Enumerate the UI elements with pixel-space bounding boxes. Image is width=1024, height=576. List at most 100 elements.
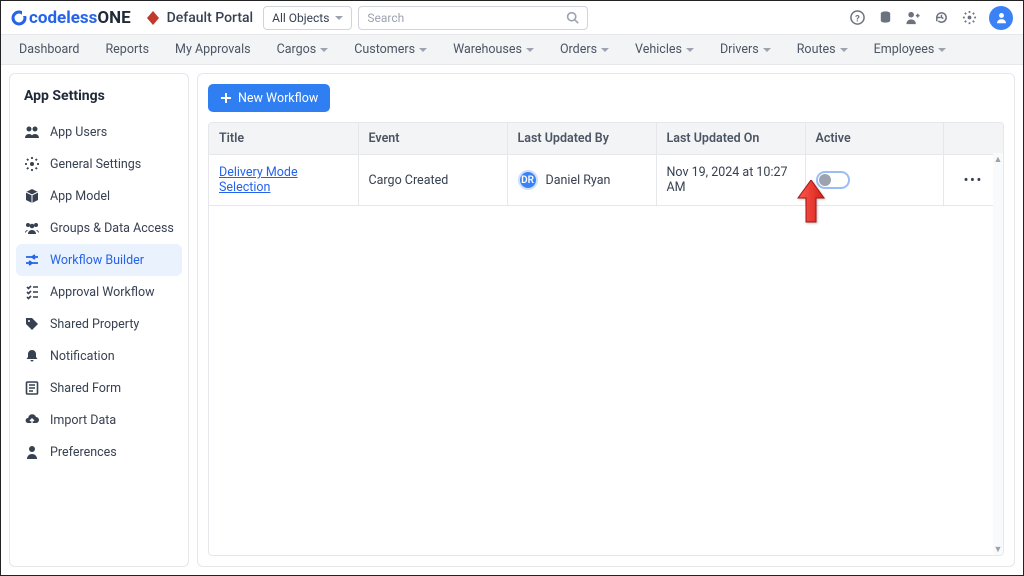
nav-label: Drivers [720, 42, 759, 57]
sidebar-item-label: Workflow Builder [50, 253, 144, 268]
col-last-updated-by[interactable]: Last Updated By [507, 123, 656, 155]
new-workflow-button[interactable]: New Workflow [208, 84, 330, 112]
nav-my-approvals[interactable]: My Approvals [175, 42, 251, 57]
plus-icon [220, 92, 232, 104]
chevron-down-icon [840, 48, 848, 52]
sidebar-item-notification[interactable]: Notification [16, 340, 182, 372]
bell-icon [24, 348, 40, 364]
col-title[interactable]: Title [209, 123, 358, 155]
sidebar-item-label: Import Data [50, 413, 116, 428]
brand-mark-icon [11, 10, 27, 26]
top-bar: codelessONE Default Portal All Objects S… [1, 1, 1023, 35]
sidebar-item-label: General Settings [50, 157, 141, 172]
search-placeholder: Search [367, 11, 566, 25]
nav-label: Warehouses [453, 42, 522, 57]
nav-routes[interactable]: Routes [797, 42, 848, 57]
content-panel: New Workflow Title Event Last Updated By… [197, 73, 1015, 567]
chevron-down-icon [526, 48, 534, 52]
col-active[interactable]: Active [805, 123, 943, 155]
svg-text:?: ? [855, 13, 860, 24]
history-icon[interactable] [933, 10, 949, 26]
nav-label: Cargos [277, 42, 317, 57]
gear-icon[interactable] [961, 10, 977, 26]
sidebar-item-import-data[interactable]: Import Data [16, 404, 182, 436]
active-toggle[interactable] [816, 171, 850, 189]
user-name: Daniel Ryan [546, 173, 611, 188]
nav-reports[interactable]: Reports [105, 42, 149, 57]
row-actions-menu[interactable]: ••• [954, 173, 993, 188]
nav-label: Employees [874, 42, 935, 57]
nav-customers[interactable]: Customers [354, 42, 427, 57]
col-event[interactable]: Event [358, 123, 507, 155]
sidebar-item-label: Preferences [50, 445, 117, 460]
workflow-title-link[interactable]: Delivery Mode Selection [219, 165, 298, 195]
nav-vehicles[interactable]: Vehicles [635, 42, 694, 57]
settings-sidebar: App Settings App Users General Settings … [9, 73, 189, 567]
search-icon [566, 11, 579, 24]
global-search-input[interactable]: Search [358, 6, 588, 30]
vertical-scrollbar[interactable]: ▲ ▼ [993, 153, 1003, 555]
database-icon[interactable] [877, 10, 893, 26]
sidebar-item-app-users[interactable]: App Users [16, 116, 182, 148]
sidebar-item-label: Groups & Data Access [50, 221, 174, 236]
sidebar-item-label: App Users [50, 125, 107, 140]
sidebar-item-label: Notification [50, 349, 115, 364]
current-user-avatar[interactable] [989, 6, 1013, 30]
topbar-actions: ? [849, 6, 1013, 30]
sidebar-title: App Settings [16, 84, 182, 116]
chevron-down-icon [601, 48, 609, 52]
sidebar-item-approval-workflow[interactable]: Approval Workflow [16, 276, 182, 308]
nav-label: Reports [105, 42, 149, 57]
nav-dashboard[interactable]: Dashboard [19, 42, 79, 57]
sidebar-item-general-settings[interactable]: General Settings [16, 148, 182, 180]
chevron-down-icon [938, 48, 946, 52]
portal-selector[interactable]: Default Portal [145, 10, 253, 26]
checklist-icon [24, 284, 40, 300]
form-icon [24, 380, 40, 396]
users-icon [24, 124, 40, 140]
chevron-down-icon [419, 48, 427, 52]
object-type-select[interactable]: All Objects [263, 6, 352, 30]
object-type-label: All Objects [272, 11, 329, 25]
nav-label: Dashboard [19, 42, 79, 57]
gear-icon [24, 156, 40, 172]
sidebar-item-label: App Model [50, 189, 110, 204]
chevron-down-icon [320, 48, 328, 52]
brand-text-a: codeless [29, 8, 97, 28]
sidebar-item-label: Shared Property [50, 317, 139, 332]
col-last-updated-on[interactable]: Last Updated On [656, 123, 805, 155]
nav-orders[interactable]: Orders [560, 42, 609, 57]
preferences-icon [24, 444, 40, 460]
workflows-table: Title Event Last Updated By Last Updated… [208, 122, 1004, 556]
nav-label: My Approvals [175, 42, 251, 57]
add-user-icon[interactable] [905, 10, 921, 26]
brand-text-b: ONE [97, 8, 130, 28]
sidebar-item-shared-property[interactable]: Shared Property [16, 308, 182, 340]
workflow-icon [24, 252, 40, 268]
user-avatar-badge: DR [518, 170, 538, 190]
chevron-down-icon [763, 48, 771, 52]
scroll-up-icon[interactable]: ▲ [993, 153, 1003, 165]
sidebar-item-workflow-builder[interactable]: Workflow Builder [16, 244, 182, 276]
scroll-down-icon[interactable]: ▼ [993, 543, 1003, 555]
nav-label: Vehicles [635, 42, 682, 57]
nav-employees[interactable]: Employees [874, 42, 947, 57]
nav-cargos[interactable]: Cargos [277, 42, 329, 57]
sidebar-item-app-model[interactable]: App Model [16, 180, 182, 212]
cloud-upload-icon [24, 412, 40, 428]
table-row: Delivery Mode Selection Cargo Created DR… [209, 155, 1003, 206]
nav-label: Customers [354, 42, 415, 57]
nav-warehouses[interactable]: Warehouses [453, 42, 534, 57]
sidebar-item-groups-data-access[interactable]: Groups & Data Access [16, 212, 182, 244]
tag-icon [24, 316, 40, 332]
main-nav: Dashboard Reports My Approvals Cargos Cu… [1, 35, 1023, 65]
workflow-updated-on: Nov 19, 2024 at 10:27 AM [656, 155, 805, 206]
help-icon[interactable]: ? [849, 10, 865, 26]
sidebar-item-preferences[interactable]: Preferences [16, 436, 182, 468]
nav-label: Orders [560, 42, 597, 57]
nav-drivers[interactable]: Drivers [720, 42, 771, 57]
brand-logo[interactable]: codelessONE [11, 8, 131, 28]
portal-name: Default Portal [167, 10, 253, 26]
portal-icon [145, 10, 161, 26]
sidebar-item-shared-form[interactable]: Shared Form [16, 372, 182, 404]
